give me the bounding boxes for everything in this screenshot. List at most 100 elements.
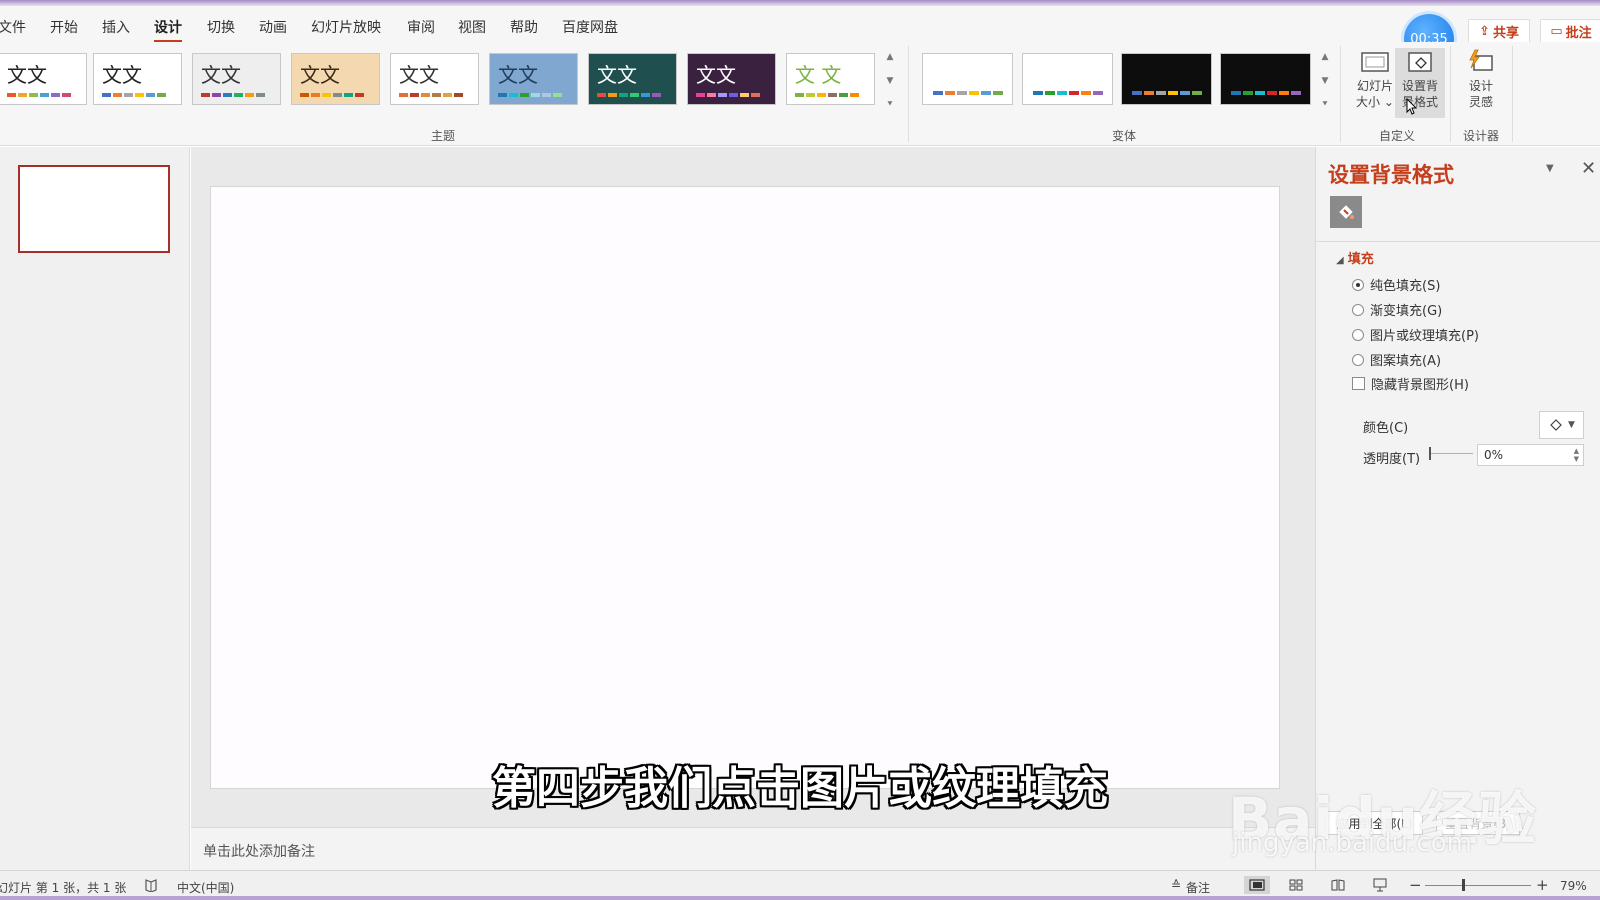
slide-size-button[interactable]: 幻灯片 大小 ⌄ — [1350, 48, 1400, 118]
variant-thumbnail[interactable] — [1220, 53, 1311, 105]
zoom-slider-thumb[interactable] — [1462, 879, 1465, 891]
picture-texture-fill-radio[interactable] — [1352, 328, 1364, 341]
pattern-fill-option[interactable]: 图案填充(A) — [1352, 350, 1441, 369]
solid-fill-radio[interactable] — [1352, 278, 1364, 291]
variant-thumbnail[interactable] — [922, 53, 1013, 105]
designer-group-label: 设计器 — [1463, 129, 1500, 143]
color-swatch — [1168, 91, 1178, 95]
color-swatch — [839, 93, 848, 97]
pane-options-dropdown-icon[interactable]: ▼ — [1546, 163, 1554, 174]
zoom-out-icon[interactable]: − — [1409, 876, 1422, 894]
normal-view-icon[interactable] — [1244, 876, 1270, 894]
zoom-slider[interactable] — [1425, 885, 1531, 886]
notes-placeholder[interactable]: 单击此处添加备注 — [203, 841, 315, 861]
menu-baidu-netdisk[interactable]: 百度网盘 — [562, 17, 618, 37]
notes-toggle-icon[interactable]: ≙ — [1166, 876, 1186, 894]
share-button[interactable]: ⇪ 共享 — [1468, 19, 1530, 43]
format-background-label-1: 设置背 — [1401, 79, 1438, 93]
color-swatch — [718, 93, 727, 97]
menu-view[interactable]: 视图 — [458, 17, 486, 37]
color-swatch — [1180, 91, 1190, 95]
gradient-fill-option[interactable]: 渐变填充(G) — [1352, 300, 1442, 319]
theme-thumbnail[interactable]: 文 文 — [786, 53, 875, 105]
format-background-button[interactable]: 设置背 景格式 — [1395, 48, 1445, 118]
slideshow-view-icon[interactable] — [1370, 876, 1390, 894]
close-icon[interactable]: ✕ — [1581, 158, 1596, 179]
theme-thumbnail[interactable]: 文文 — [0, 53, 87, 105]
picture-texture-fill-option[interactable]: 图片或纹理填充(P) — [1352, 325, 1479, 344]
scroll-up-icon[interactable]: ▲ — [887, 52, 894, 62]
color-swatch — [51, 93, 60, 97]
menu-insert[interactable]: 插入 — [102, 17, 130, 37]
theme-gallery-scroll[interactable]: ▲ ▼ ⯆ — [883, 52, 897, 110]
theme-thumbnail[interactable]: 文文 — [687, 53, 776, 105]
theme-thumbnail-text: 文文 — [597, 63, 637, 87]
theme-thumbnail[interactable]: 文文 — [291, 53, 380, 105]
pattern-fill-radio[interactable] — [1352, 353, 1364, 366]
scroll-down-icon[interactable]: ▼ — [887, 76, 894, 86]
slide-canvas[interactable] — [210, 186, 1280, 789]
transparency-input[interactable]: 0% ▲ ▼ — [1477, 444, 1584, 466]
color-swatch — [1132, 91, 1142, 95]
color-swatch — [597, 93, 606, 97]
variant-thumbnail[interactable] — [1022, 53, 1113, 105]
theme-thumbnail-text: 文 文 — [795, 63, 842, 87]
zoom-in-icon[interactable]: + — [1536, 876, 1549, 894]
window-bottom-strip — [0, 896, 1600, 900]
theme-color-swatches — [201, 93, 265, 97]
variant-gallery-scroll[interactable]: ▲ ▼ ⯆ — [1318, 52, 1332, 110]
theme-color-swatches — [597, 93, 661, 97]
theme-thumbnail[interactable]: 文文 — [93, 53, 182, 105]
comments-button[interactable]: ▭ 批注 — [1540, 19, 1600, 43]
notes-pane[interactable]: 单击此处添加备注 — [191, 827, 1315, 870]
slide-sorter-view-icon[interactable] — [1286, 876, 1306, 894]
theme-color-swatches — [498, 93, 562, 97]
menu-help[interactable]: 帮助 — [510, 17, 538, 37]
scroll-down-icon[interactable]: ▼ — [1322, 76, 1329, 86]
slide-thumbnail-1[interactable] — [18, 165, 170, 253]
reading-view-icon[interactable] — [1328, 876, 1348, 894]
menu-bar: 文件 开始 插入 设计 切换 动画 幻灯片放映 审阅 视图 帮助 百度网盘 00… — [0, 6, 1600, 64]
hide-background-graphics-checkbox[interactable] — [1352, 377, 1365, 390]
notes-toggle-label[interactable]: 备注 — [1186, 879, 1210, 896]
theme-thumbnail[interactable]: 文文 — [390, 53, 479, 105]
theme-thumbnail[interactable]: 文文 — [192, 53, 281, 105]
color-swatch — [1291, 91, 1301, 95]
ribbon: 文文 文文 文文 文文 文文 文文 文文 文文 文 文 ▲ ▼ ⯆ 主题 ▲ ▼ ⯆ 变体 幻灯… — [0, 42, 1600, 146]
spinner-arrows-icon[interactable]: ▲ ▼ — [1574, 447, 1579, 463]
design-ideas-button[interactable]: 设计 灵感 — [1456, 48, 1506, 118]
scroll-up-icon[interactable]: ▲ — [1322, 52, 1329, 62]
transparency-slider[interactable] — [1429, 447, 1473, 460]
menu-review[interactable]: 审阅 — [407, 17, 435, 37]
slide-size-label-2: 大小 ⌄ — [1356, 95, 1394, 109]
variant-thumbnail[interactable] — [1121, 53, 1212, 105]
menu-file[interactable]: 文件 — [0, 17, 26, 37]
hide-background-graphics-option[interactable]: 隐藏背景图形(H) — [1352, 374, 1469, 393]
color-swatch — [333, 93, 342, 97]
accessibility-check-icon[interactable] — [141, 876, 161, 894]
more-icon[interactable]: ⯆ — [1321, 100, 1328, 110]
menu-home[interactable]: 开始 — [50, 17, 78, 37]
theme-thumbnail[interactable]: 文文 — [489, 53, 578, 105]
theme-thumbnail-text: 文文 — [696, 63, 736, 87]
color-picker-button[interactable]: ▼ — [1539, 411, 1584, 439]
more-icon[interactable]: ⯆ — [886, 100, 893, 110]
color-swatch — [355, 93, 364, 97]
theme-thumbnail[interactable]: 文文 — [588, 53, 677, 105]
zoom-level[interactable]: 79% — [1560, 879, 1587, 893]
solid-fill-option[interactable]: 纯色填充(S) — [1352, 275, 1440, 294]
color-swatch — [740, 93, 749, 97]
menu-slideshow[interactable]: 幻灯片放映 — [311, 17, 381, 37]
fill-section-header[interactable]: ◢ 填充 — [1336, 248, 1374, 267]
fill-tab-button[interactable] — [1330, 196, 1362, 228]
color-swatch — [729, 93, 738, 97]
color-label: 颜色(C) — [1363, 421, 1409, 436]
color-swatch — [135, 93, 144, 97]
menu-animations[interactable]: 动画 — [259, 17, 287, 37]
comment-icon: ▭ — [1550, 23, 1563, 39]
gradient-fill-radio[interactable] — [1352, 303, 1364, 316]
menu-design[interactable]: 设计 — [154, 17, 182, 43]
language-indicator[interactable]: 中文(中国) — [177, 879, 234, 896]
menu-transitions[interactable]: 切换 — [207, 17, 235, 37]
color-swatch — [124, 93, 133, 97]
